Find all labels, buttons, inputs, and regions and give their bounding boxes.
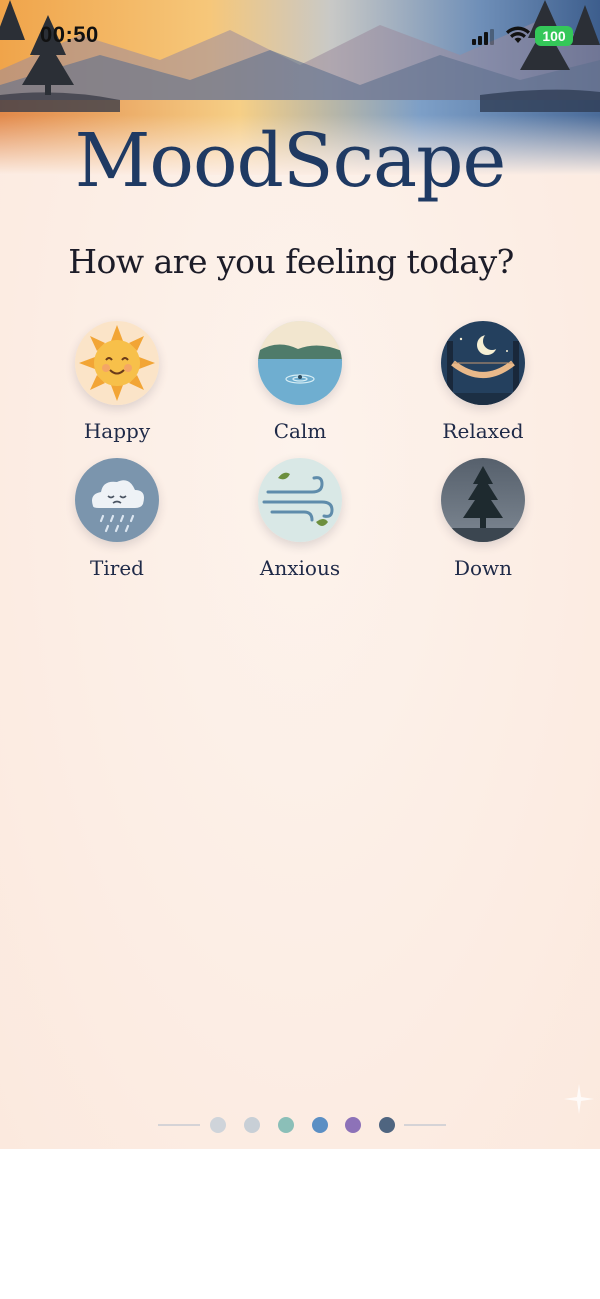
mood-option-relaxed[interactable]: Relaxed: [413, 321, 553, 443]
page-dot-1[interactable]: [210, 1117, 226, 1133]
app-title: MoodScape: [74, 118, 507, 204]
pager-divider-left: [158, 1124, 200, 1126]
page-indicator: [0, 1115, 600, 1135]
mood-prompt: How are you feeling today?: [68, 242, 514, 281]
mood-option-happy[interactable]: Happy: [47, 321, 187, 443]
lake-icon: [258, 321, 342, 405]
mood-label-calm: Calm: [273, 419, 327, 443]
mood-option-down[interactable]: Down: [413, 458, 553, 580]
mood-label-anxious: Anxious: [259, 556, 341, 580]
page-dot-3[interactable]: [278, 1117, 294, 1133]
mood-option-anxious[interactable]: Anxious: [230, 458, 370, 580]
page-dot-6[interactable]: [379, 1117, 395, 1133]
page-dot-5[interactable]: [345, 1117, 361, 1133]
mood-screen: 00:50 100 MoodScape How are you feeling …: [0, 0, 600, 1149]
hammock-moon-icon: [441, 321, 525, 405]
status-bar: 00:50 100: [0, 0, 600, 72]
mood-label-down: Down: [453, 556, 513, 580]
mood-option-calm[interactable]: Calm: [230, 321, 370, 443]
battery-indicator: 100: [535, 26, 573, 46]
cellular-signal-icon: [472, 29, 494, 45]
wind-leaves-icon: [258, 458, 342, 542]
pager-divider-right: [404, 1124, 446, 1126]
mood-label-relaxed: Relaxed: [442, 419, 524, 443]
wifi-icon: [506, 26, 530, 43]
page-dot-4[interactable]: [312, 1117, 328, 1133]
status-time: 00:50: [40, 22, 99, 47]
mood-label-tired: Tired: [90, 556, 144, 580]
rain-cloud-face-icon: [75, 458, 159, 542]
mood-label-happy: Happy: [83, 419, 151, 443]
sparkle-icon: [564, 1084, 594, 1114]
page-dot-2[interactable]: [244, 1117, 260, 1133]
mood-option-tired[interactable]: Tired: [47, 458, 187, 580]
pine-tree-icon: [441, 458, 525, 542]
sun-face-icon: [75, 321, 159, 405]
